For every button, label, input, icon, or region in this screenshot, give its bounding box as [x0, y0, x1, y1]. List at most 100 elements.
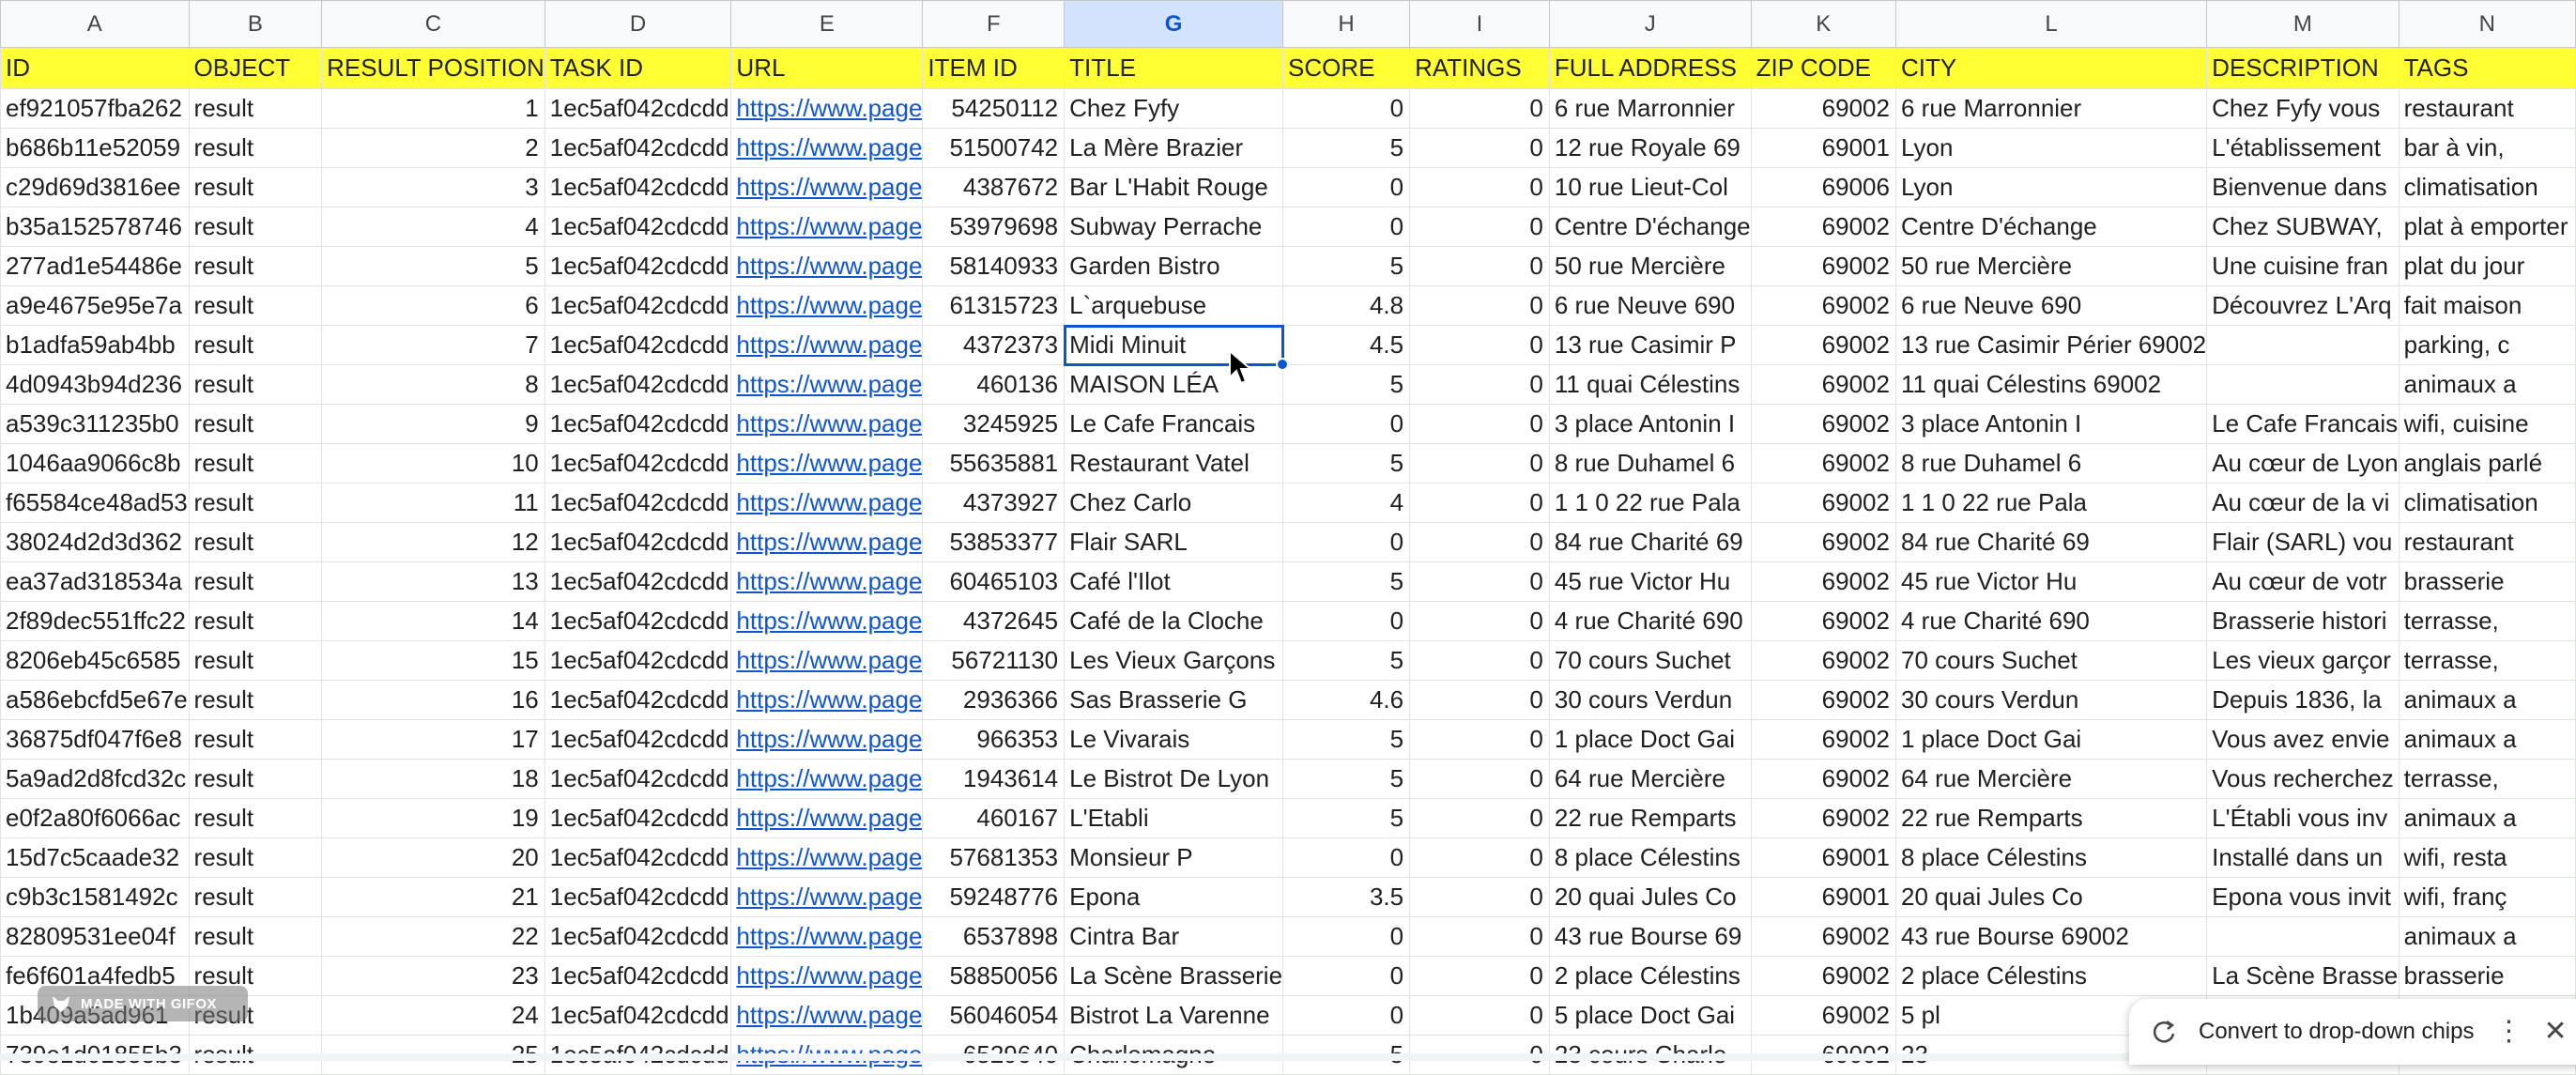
table-cell[interactable]: 1ec5af042cdcdd [544, 561, 732, 602]
table-cell[interactable]: Flair (SARL) vou [2206, 522, 2400, 562]
table-cell[interactable]: Au cœur de votr [2206, 561, 2400, 602]
table-cell[interactable]: animaux a [2398, 719, 2576, 760]
table-cell[interactable] [2206, 325, 2400, 365]
column-letter-n[interactable]: N [2398, 0, 2576, 48]
table-cell[interactable]: Installé dans un [2206, 837, 2400, 878]
table-cell[interactable]: 1 [321, 88, 545, 129]
table-cell[interactable]: 2 place Célestins [1894, 956, 2208, 996]
column-letter-l[interactable]: L [1894, 0, 2208, 48]
table-cell[interactable]: https://www.page [730, 128, 924, 168]
table-cell[interactable]: 1ec5af042cdcdd [544, 483, 732, 523]
table-cell[interactable]: 4 rue Charité 690 [1548, 601, 1752, 641]
table-cell[interactable]: https://www.page [730, 680, 924, 720]
table-cell[interactable]: 0 [1409, 956, 1550, 996]
table-cell[interactable]: 0 [1282, 916, 1411, 957]
table-cell[interactable]: 82809531ee04f [0, 916, 190, 957]
column-letter-e[interactable]: E [730, 0, 924, 48]
table-cell[interactable]: 69002 [1750, 601, 1896, 641]
table-cell[interactable]: 36875df047f6e8 [0, 719, 190, 760]
table-cell[interactable]: result [188, 719, 323, 760]
close-icon[interactable]: ✕ [2543, 1018, 2567, 1046]
table-cell[interactable]: 20 [321, 837, 545, 878]
table-cell[interactable]: Lyon [1894, 167, 2208, 207]
table-cell[interactable]: Découvrez L'Arq [2206, 285, 2400, 326]
table-cell[interactable]: Sas Brasserie G [1064, 680, 1284, 720]
table-cell[interactable]: 13 rue Casimir P [1548, 325, 1752, 365]
table-cell[interactable]: climatisation [2398, 167, 2576, 207]
table-cell[interactable]: 69002 [1750, 522, 1896, 562]
table-cell[interactable]: 13 rue Casimir Périer 69002 [1894, 325, 2208, 365]
table-cell[interactable]: https://www.page [730, 88, 924, 129]
table-cell[interactable]: Chez Fyfy [1064, 88, 1284, 129]
table-cell[interactable]: 0 [1409, 364, 1550, 405]
table-cell[interactable]: 1ec5af042cdcdd [544, 167, 732, 207]
table-cell[interactable]: Monsieur P [1064, 837, 1284, 878]
table-cell[interactable]: 12 [321, 522, 545, 562]
table-cell[interactable]: result [188, 877, 323, 917]
table-cell[interactable]: Vous recherchez [2206, 759, 2400, 799]
table-cell[interactable]: 69001 [1750, 877, 1896, 917]
table-cell[interactable]: result [188, 285, 323, 326]
table-cell[interactable]: 7 [321, 325, 545, 365]
header-cell[interactable]: OBJECT [188, 47, 323, 89]
table-cell[interactable]: Chez Carlo [1064, 483, 1284, 523]
table-cell[interactable]: Flair SARL [1064, 522, 1284, 562]
table-cell[interactable]: 0 [1409, 837, 1550, 878]
table-cell[interactable]: plat du jour [2398, 246, 2576, 286]
table-cell[interactable]: 6 rue Neuve 690 [1894, 285, 2208, 326]
table-cell[interactable]: 69002 [1750, 640, 1896, 681]
table-cell[interactable]: Au cœur de la vi [2206, 483, 2400, 523]
table-cell[interactable]: restaurant [2398, 522, 2576, 562]
table-cell[interactable]: Le Cafe Francais [2206, 404, 2400, 444]
table-cell[interactable]: 69002 [1750, 561, 1896, 602]
table-cell[interactable]: Les Vieux Garçons [1064, 640, 1284, 681]
convert-chips-toast[interactable]: Convert to drop-down chips ⋮ ✕ [2129, 999, 2576, 1065]
table-cell[interactable]: 0 [1282, 167, 1411, 207]
table-cell[interactable]: 45 rue Victor Hu [1894, 561, 2208, 602]
table-cell[interactable]: 54250112 [922, 88, 1066, 129]
table-cell[interactable]: 0 [1409, 798, 1550, 838]
table-cell[interactable]: result [188, 167, 323, 207]
header-cell[interactable]: CITY [1894, 47, 2208, 89]
table-cell[interactable]: result [188, 207, 323, 247]
table-cell[interactable]: 1ec5af042cdcdd [544, 364, 732, 405]
table-cell[interactable]: restaurant [2398, 88, 2576, 129]
table-cell[interactable]: 8206eb45c6585 [0, 640, 190, 681]
table-cell[interactable]: https://www.page [730, 759, 924, 799]
table-cell[interactable]: b35a152578746 [0, 207, 190, 247]
table-cell[interactable]: Le Cafe Francais [1064, 404, 1284, 444]
table-cell[interactable]: Au cœur de Lyon [2206, 443, 2400, 484]
header-cell[interactable]: SCORE [1282, 47, 1411, 89]
table-cell[interactable]: 59248776 [922, 877, 1066, 917]
table-cell[interactable]: animaux a [2398, 364, 2576, 405]
table-cell[interactable]: 55635881 [922, 443, 1066, 484]
table-cell[interactable]: 0 [1409, 167, 1550, 207]
table-cell[interactable]: a586ebcfd5e67e [0, 680, 190, 720]
table-cell[interactable]: animaux a [2398, 916, 2576, 957]
table-cell[interactable]: 4 rue Charité 690 [1894, 601, 2208, 641]
table-cell[interactable]: 1ec5af042cdcdd [544, 877, 732, 917]
table-cell[interactable]: 69002 [1750, 680, 1896, 720]
table-cell[interactable]: wifi, franç [2398, 877, 2576, 917]
table-cell[interactable]: 1ec5af042cdcdd [544, 956, 732, 996]
table-cell[interactable]: a539c311235b0 [0, 404, 190, 444]
table-cell[interactable]: 4372645 [922, 601, 1066, 641]
table-cell[interactable]: 6 [321, 285, 545, 326]
header-cell[interactable]: TAGS [2398, 47, 2576, 89]
table-cell[interactable]: animaux a [2398, 680, 2576, 720]
table-cell[interactable]: https://www.page [730, 719, 924, 760]
table-cell[interactable]: 4.5 [1282, 325, 1411, 365]
table-cell[interactable]: 5 [1282, 443, 1411, 484]
table-cell[interactable]: 64 rue Mercière [1894, 759, 2208, 799]
table-cell[interactable]: 1 1 0 22 rue Pala [1548, 483, 1752, 523]
table-cell[interactable]: Centre D'échange [1548, 207, 1752, 247]
table-cell[interactable]: 3.5 [1282, 877, 1411, 917]
table-cell[interactable]: 56046054 [922, 995, 1066, 1036]
table-cell[interactable]: 15 [321, 640, 545, 681]
more-options-icon[interactable]: ⋮ [2494, 1018, 2522, 1046]
table-cell[interactable]: a9e4675e95e7a [0, 285, 190, 326]
table-cell[interactable]: terrasse, [2398, 759, 2576, 799]
header-cell[interactable]: TITLE [1064, 47, 1284, 89]
fill-handle[interactable] [1275, 357, 1289, 371]
table-cell[interactable]: terrasse, [2398, 601, 2576, 641]
